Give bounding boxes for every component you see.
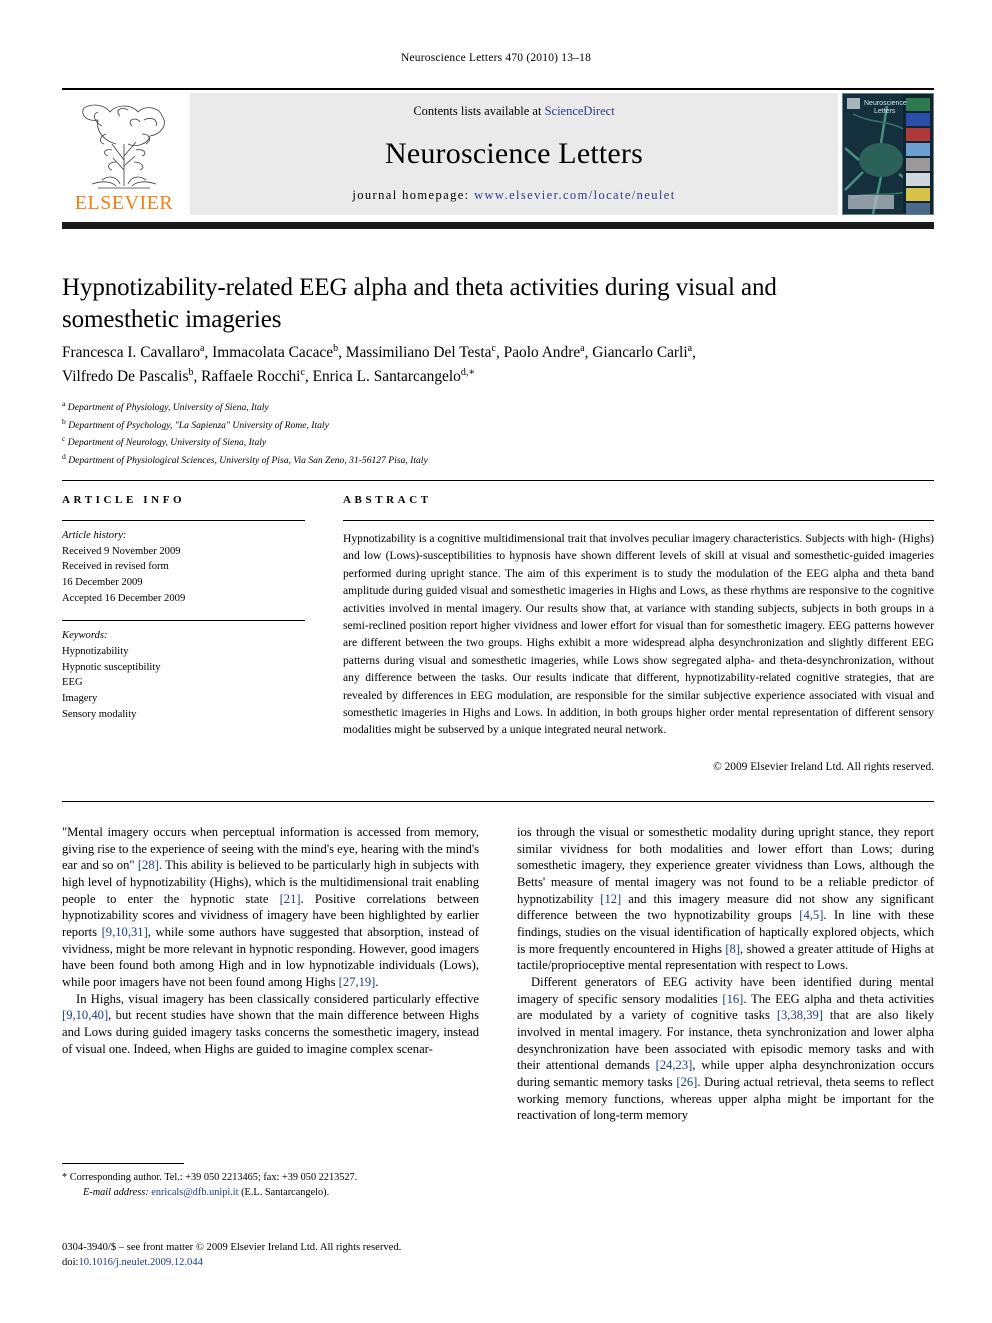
abstract-copyright: © 2009 Elsevier Ireland Ltd. All rights … (713, 760, 934, 773)
cover-artwork-icon: Neuroscience Letters (843, 94, 933, 214)
body-column-right: ios through the visual or somesthetic mo… (517, 824, 934, 1124)
keywords-divider (62, 620, 305, 622)
affiliation-list: a Department of Physiology, University o… (62, 398, 662, 469)
elsevier-tree-icon (82, 104, 165, 189)
article-info-column: ARTICLE INFO Article history: Received 9… (62, 494, 305, 722)
doi-line: doi:10.1016/j.neulet.2009.12.044 (62, 1255, 512, 1270)
footnote-contact-line: * Corresponding author. Tel.: +39 050 22… (62, 1172, 358, 1183)
affiliation-item: c Department of Neurology, University of… (62, 434, 267, 449)
article-history-block: Article history: Received 9 November 200… (62, 528, 305, 606)
front-matter-line: 0304-3940/$ – see front matter © 2009 El… (62, 1242, 402, 1253)
footnote-rule (62, 1163, 184, 1164)
contents-available-line: Contents lists available at ScienceDirec… (413, 104, 614, 119)
footnote-email-line: E-mail address: enricals@dfb.unipi.it (E… (62, 1185, 479, 1200)
contents-available-text: Contents lists available at (413, 104, 545, 118)
elsevier-logo: ELSEVIER (62, 93, 186, 215)
body-paragraph: ios through the visual or somesthetic mo… (517, 825, 934, 973)
affiliation-item: d Department of Physiological Sciences, … (62, 452, 428, 467)
info-section-top-rule (62, 480, 934, 481)
keyword-item: Imagery (62, 693, 98, 705)
abstract-text: Hypnotizability is a cognitive multidime… (343, 532, 934, 737)
abstract-heading: ABSTRACT (343, 494, 432, 506)
doi-label: doi: (62, 1257, 79, 1269)
front-matter-block: 0304-3940/$ – see front matter © 2009 El… (62, 1240, 512, 1271)
article-info-heading: ARTICLE INFO (62, 494, 186, 506)
doi-link[interactable]: 10.1016/j.neulet.2009.12.044 (78, 1257, 202, 1268)
article-info-divider (62, 520, 305, 521)
affiliation-item: a Department of Physiology, University o… (62, 399, 269, 414)
article-history-item: 16 December 2009 (62, 577, 143, 589)
journal-homepage-label: journal homepage: (352, 188, 475, 202)
page-title: Hypnotizability-related EEG alpha and th… (62, 274, 777, 333)
article-history-label: Article history: (62, 530, 127, 541)
running-head: Neuroscience Letters 470 (2010) 13–18 (400, 52, 592, 64)
abstract-column: ABSTRACT Hypnotizability is a cognitive … (343, 494, 934, 773)
keyword-item: Hypnotic susceptibility (62, 661, 161, 673)
journal-band: Contents lists available at ScienceDirec… (190, 93, 838, 215)
abstract-divider (343, 520, 934, 521)
journal-title: Neuroscience Letters (384, 136, 644, 170)
article-history-item: Accepted 16 December 2009 (62, 592, 186, 604)
journal-homepage-link[interactable]: www.elsevier.com/locate/neulet (474, 188, 676, 202)
keywords-block: Keywords: Hypnotizability Hypnotic susce… (62, 628, 305, 722)
footnote-email-link[interactable]: enricals@dfb.unipi.it (151, 1187, 238, 1198)
keyword-item: Sensory modality (62, 708, 137, 720)
journal-homepage-line: journal homepage: www.elsevier.com/locat… (352, 188, 675, 203)
author-line-1: Francesca I. Cavallaroa, Immacolata Caca… (62, 343, 696, 362)
affiliation-item: b Department of Psychology, "La Sapienza… (62, 416, 329, 431)
keywords-label: Keywords: (62, 630, 108, 642)
body-paragraph: "Mental imagery occurs when perceptual i… (62, 825, 479, 990)
corresponding-author-footnote: * Corresponding author. Tel.: +39 050 22… (62, 1170, 479, 1201)
elsevier-wordmark: ELSEVIER (74, 192, 174, 214)
footnote-email-suffix: (E.L. Santarcangelo). (241, 1187, 330, 1199)
body-paragraph: Different generators of EEG activity hav… (517, 975, 934, 1123)
keyword-item: EEG (62, 677, 83, 689)
masthead-bottom-rule (62, 222, 934, 229)
cover-title-line2: Letters (874, 108, 896, 115)
author-line-2: Vilfredo De Pascalisb, Raffaele Rocchic,… (62, 366, 476, 385)
footnote-email-label: E-mail address: (83, 1187, 149, 1199)
cover-title-line1: Neuroscience (864, 100, 907, 107)
abstract-bottom-rule (62, 801, 934, 802)
keyword-item: Hypnotizability (62, 646, 129, 658)
author-list: Francesca I. Cavallaroa, Immacolata Caca… (62, 341, 942, 388)
body-paragraph: In Highs, visual imagery has been classi… (62, 991, 479, 1056)
article-history-item: Received in revised form (62, 561, 169, 573)
sciencedirect-link[interactable]: ScienceDirect (545, 104, 615, 118)
journal-cover-thumbnail: Neuroscience Letters (842, 93, 934, 215)
journal-masthead: ELSEVIER Contents lists available at Sci… (62, 88, 934, 215)
body-column-left: "Mental imagery occurs when perceptual i… (62, 824, 479, 1057)
article-history-item: Received 9 November 2009 (62, 545, 181, 557)
paper-page: Neuroscience Letters 470 (2010) 13–18 EL… (0, 0, 992, 1323)
